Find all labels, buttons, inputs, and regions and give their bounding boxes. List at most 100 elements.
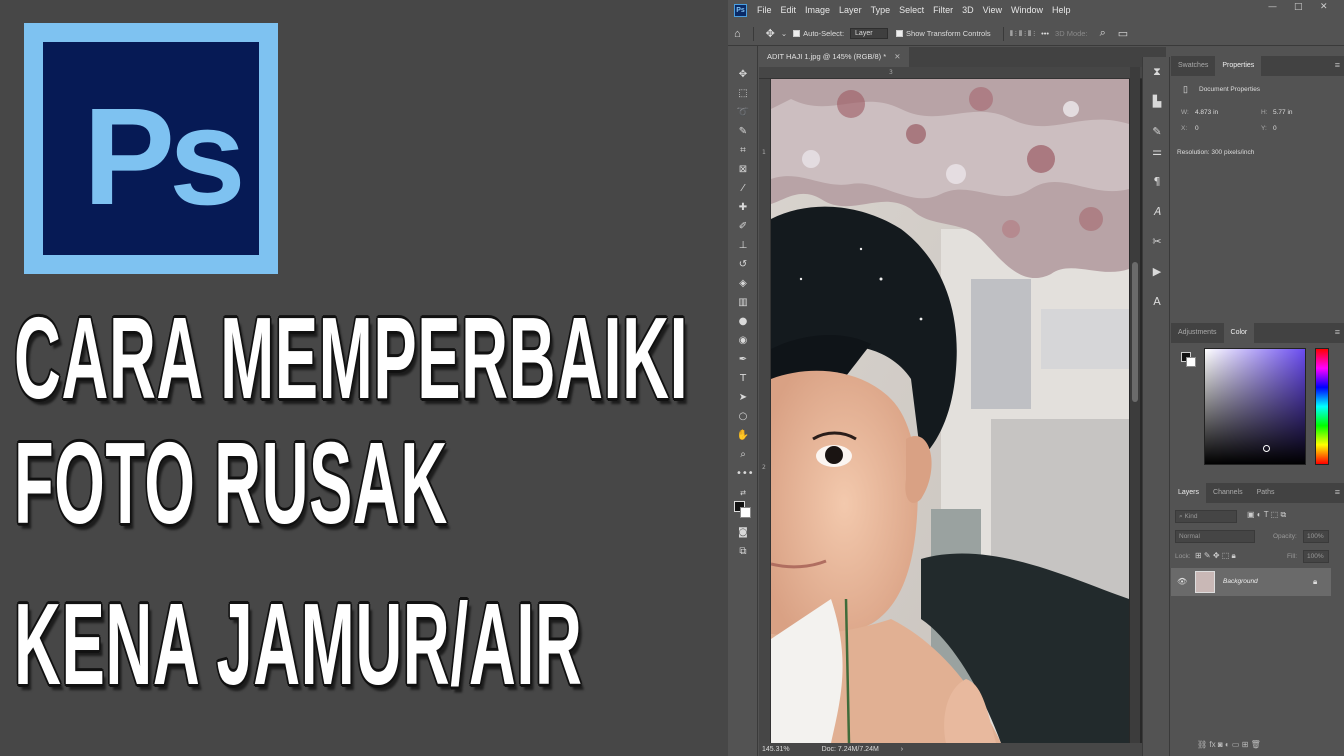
align-icons[interactable]: ⫴ ⫶ ⫴ ⫶ ⫴ ⫶ — [1010, 29, 1036, 39]
pen-tool-icon[interactable]: ✒ — [736, 353, 750, 367]
brush-tool-icon[interactable]: ✐ — [736, 220, 750, 234]
restore-icon[interactable]: □ — [1294, 2, 1303, 12]
character-icon[interactable]: A — [1150, 295, 1164, 309]
fill-input[interactable]: 100% — [1303, 550, 1329, 563]
background-color[interactable] — [740, 507, 751, 518]
document-tab-bar: ADIT HAJI 1.jpg @ 145% (RGB/8) * ✕ — [759, 47, 1166, 67]
panel-menu-icon[interactable]: ≡ — [1335, 60, 1340, 70]
glyphs-icon[interactable]: 𝐴 — [1150, 205, 1164, 219]
brush-settings-icon[interactable]: ✎ — [1150, 125, 1164, 139]
hue-slider[interactable] — [1315, 348, 1329, 465]
menu-file[interactable]: File — [757, 5, 772, 15]
eyedropper-tool-icon[interactable]: ⁄ — [736, 182, 750, 196]
layer-filter-kind[interactable]: ⌕ Kind — [1175, 510, 1237, 523]
headline-line-2: FOTO RUSAK — [14, 418, 448, 548]
lock-icons[interactable]: ⊞ ✎ ✥ ⬚ 🔒︎ — [1195, 551, 1236, 561]
frame-tool-icon[interactable]: ⊠ — [736, 163, 750, 177]
layer-actions[interactable]: ⛓ fx ◙ ◐ ▭ ⊞ 🗑︎ — [1197, 740, 1261, 749]
history-icon[interactable]: ⧗ — [1150, 65, 1164, 79]
swap-colors-icon[interactable]: ⇄ — [736, 486, 750, 500]
panel-menu-icon[interactable]: ≡ — [1335, 487, 1340, 497]
color-picker-field[interactable] — [1204, 348, 1306, 465]
tab-paths[interactable]: Paths — [1250, 483, 1282, 503]
height-value[interactable]: 5.77 in — [1273, 109, 1293, 116]
blur-tool-icon[interactable]: ● — [736, 315, 750, 329]
tab-color[interactable]: Color — [1223, 323, 1255, 343]
y-label: Y: — [1261, 125, 1267, 132]
chevron-down-icon[interactable]: ⌄ — [781, 29, 787, 38]
ruler-horizontal: 3 — [759, 67, 1154, 79]
tab-adjustments[interactable]: Adjustments — [1171, 323, 1224, 343]
menu-filter[interactable]: Filter — [933, 5, 953, 15]
histogram-icon[interactable]: ▙ — [1150, 95, 1164, 109]
zoom-level[interactable]: 145.31% — [762, 746, 790, 753]
more-options-icon[interactable]: ••• — [1041, 29, 1049, 38]
y-value[interactable]: 0 — [1273, 125, 1277, 132]
eraser-tool-icon[interactable]: ◈ — [736, 277, 750, 291]
search-icon[interactable]: ⌕ — [1100, 27, 1106, 40]
blend-mode-select[interactable]: Normal — [1175, 530, 1255, 543]
layer-name[interactable]: Background — [1223, 578, 1258, 585]
x-value[interactable]: 0 — [1195, 125, 1199, 132]
quick-mask-icon[interactable]: ◙ — [736, 526, 750, 540]
auto-select-checkbox[interactable] — [793, 30, 801, 37]
vertical-scrollbar[interactable] — [1130, 67, 1140, 743]
eye-icon[interactable]: 👁︎ — [1177, 577, 1187, 586]
menu-type[interactable]: Type — [871, 5, 891, 15]
opacity-input[interactable]: 100% — [1303, 530, 1329, 543]
transform-controls-checkbox[interactable] — [896, 30, 904, 37]
chevron-right-icon[interactable]: › — [901, 746, 903, 753]
lasso-tool-icon[interactable]: ➰ — [736, 106, 750, 120]
workspace-icon[interactable]: ▭ — [1118, 27, 1128, 40]
path-select-icon[interactable]: ➤ — [736, 391, 750, 405]
dodge-tool-icon[interactable]: ◉ — [736, 334, 750, 348]
color-picker-cursor[interactable] — [1263, 445, 1270, 452]
move-tool-icon[interactable]: ✥ — [736, 68, 750, 82]
ellipse-tool-icon[interactable]: ○ — [736, 410, 750, 424]
tab-layers[interactable]: Layers — [1171, 483, 1207, 503]
crop-tool-icon[interactable]: ⌗ — [736, 144, 750, 158]
filter-icons[interactable]: ▣ ◐ T ⬚ ⧉ — [1247, 510, 1286, 520]
background-swatch[interactable] — [1186, 357, 1196, 367]
tools-icon[interactable]: ✂ — [1150, 235, 1164, 249]
scroll-thumb[interactable] — [1132, 262, 1138, 402]
gradient-tool-icon[interactable]: ▥ — [736, 296, 750, 310]
screen-mode-icon[interactable]: ⧉ — [736, 545, 750, 559]
zoom-tool-icon[interactable]: ⌕ — [736, 448, 750, 462]
divider — [1002, 26, 1004, 41]
layer-row[interactable]: 👁︎ Background 🔒︎ — [1171, 568, 1331, 596]
menu-help[interactable]: Help — [1052, 5, 1071, 15]
menu-select[interactable]: Select — [899, 5, 924, 15]
headline-line-3: KENA JAMUR/AIR — [14, 579, 583, 709]
menu-view[interactable]: View — [983, 5, 1002, 15]
canvas[interactable] — [771, 79, 1154, 743]
menu-3d[interactable]: 3D — [962, 5, 974, 15]
hand-tool-icon[interactable]: ✋ — [736, 429, 750, 443]
type-tool-icon[interactable]: T — [736, 372, 750, 386]
home-icon[interactable]: ⌂ — [734, 28, 741, 40]
tab-swatches[interactable]: Swatches — [1171, 56, 1215, 76]
menu-image[interactable]: Image — [805, 5, 830, 15]
actions-play-icon[interactable]: ▶ — [1150, 265, 1164, 279]
tab-channels[interactable]: Channels — [1206, 483, 1250, 503]
width-value[interactable]: 4.873 in — [1195, 109, 1218, 116]
move-tool-icon[interactable]: ✥ — [766, 27, 775, 40]
tab-properties[interactable]: Properties — [1215, 56, 1262, 76]
auto-select-dropdown[interactable]: Layer — [850, 28, 889, 39]
clone-stamp-icon[interactable]: ⊥ — [736, 239, 750, 253]
menu-layer[interactable]: Layer — [839, 5, 862, 15]
menu-window[interactable]: Window — [1011, 5, 1043, 15]
more-tools-icon[interactable]: ••• — [736, 467, 754, 481]
quick-select-tool-icon[interactable]: ✎ — [736, 125, 750, 139]
healing-brush-icon[interactable]: ✚ — [736, 201, 750, 215]
minimize-icon[interactable]: — — [1268, 2, 1277, 12]
document-tab[interactable]: ADIT HAJI 1.jpg @ 145% (RGB/8) * ✕ — [759, 47, 909, 67]
panel-menu-icon[interactable]: ≡ — [1335, 327, 1340, 337]
marquee-tool-icon[interactable]: ⬚ — [736, 87, 750, 101]
close-tab-icon[interactable]: ✕ — [894, 52, 900, 61]
paragraph-icon[interactable]: ¶ — [1150, 175, 1164, 189]
menu-edit[interactable]: Edit — [781, 5, 797, 15]
close-icon[interactable]: ✕ — [1320, 2, 1328, 12]
adjust-icon[interactable]: ⚌ — [1150, 145, 1164, 159]
history-brush-icon[interactable]: ↺ — [736, 258, 750, 272]
